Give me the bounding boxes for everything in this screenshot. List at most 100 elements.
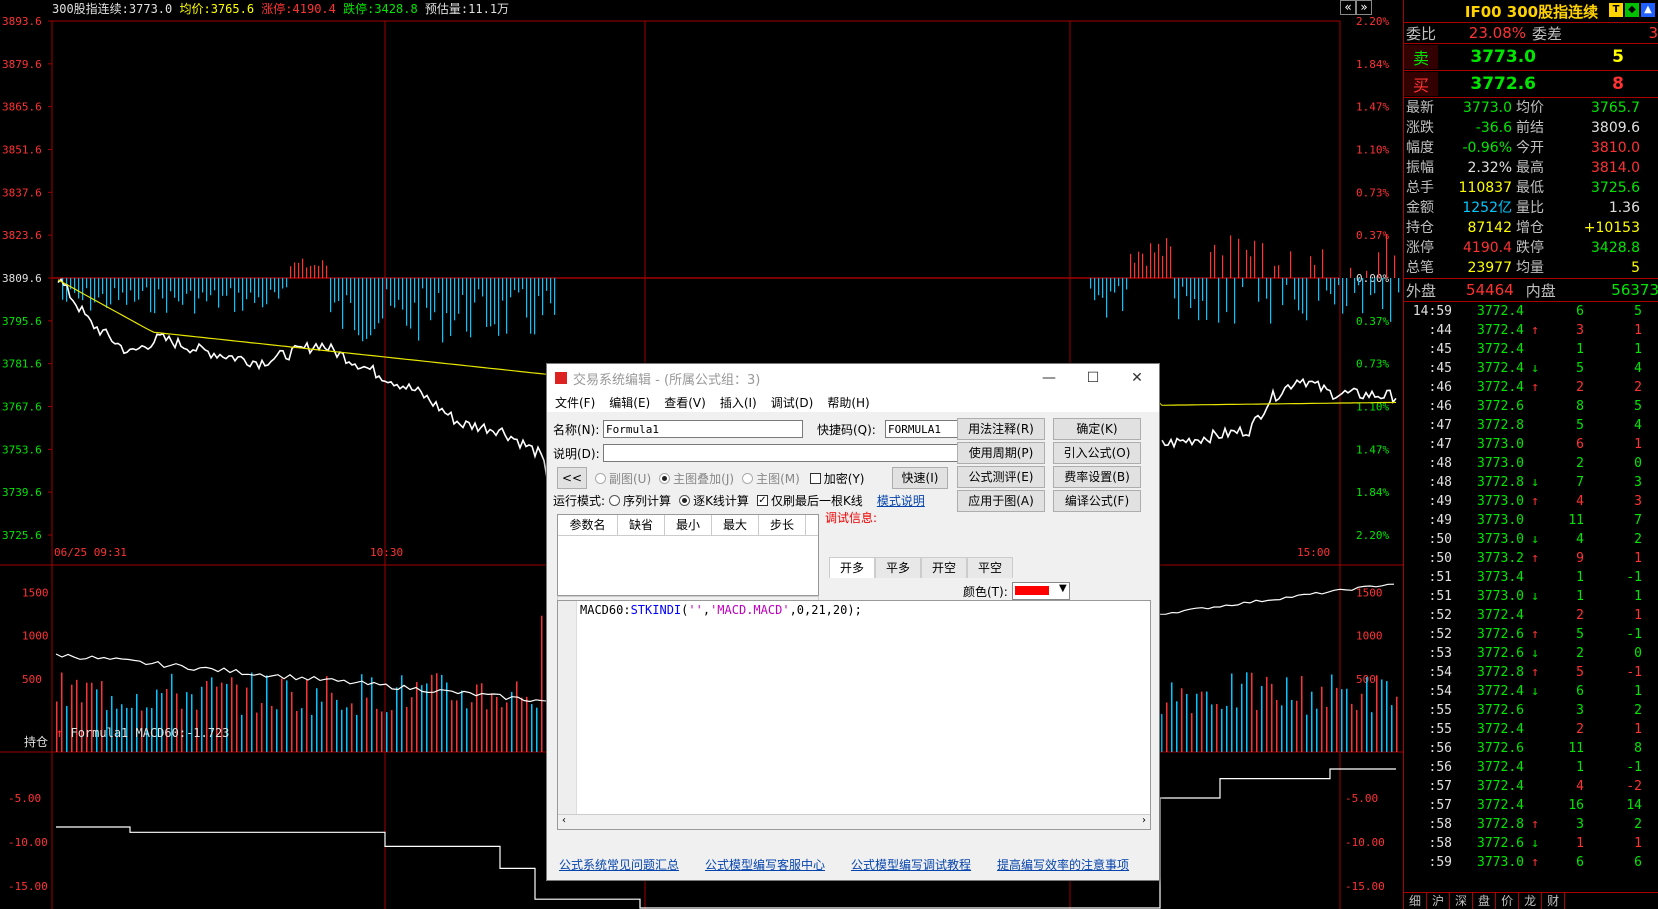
maximize-icon[interactable]: ☐ — [1071, 370, 1115, 386]
tick-time: :56 — [1428, 760, 1452, 775]
signal-tab[interactable]: 开空 — [921, 557, 968, 578]
help-link[interactable]: 公式模型编写调试教程 — [851, 856, 971, 873]
radio-sequence[interactable] — [609, 495, 621, 506]
menu-item[interactable]: 帮助(H) — [827, 394, 869, 411]
param-table[interactable]: 参数名 缺省 最小 最大 步长 — [557, 514, 819, 596]
signal-tab[interactable]: 平空 — [967, 557, 1014, 578]
collapse-right-icon[interactable]: » — [1356, 0, 1372, 15]
volume-bar — [176, 693, 178, 752]
volume-bar — [1211, 704, 1213, 752]
tick-price: 3772.4 — [1477, 380, 1524, 395]
tick-row: :51 3773.0 ↓ 1 1 — [1404, 587, 1658, 606]
histogram-bar — [1206, 278, 1208, 320]
tick-list[interactable]: 14:59 3772.4 6 5:44 3772.4 ↑ 3 1:45 3772.4 1 1:45 3… — [1404, 302, 1658, 872]
test-button[interactable]: 公式测评(E) — [957, 466, 1045, 488]
histogram-bar — [202, 278, 204, 293]
pct-tick-label: 2.20% — [1356, 15, 1389, 28]
help-link[interactable]: 提高编写效率的注意事项 — [997, 856, 1129, 873]
back-button[interactable]: << — [557, 467, 587, 489]
histogram-bar — [1162, 255, 1164, 278]
volume-bar — [1281, 705, 1283, 752]
histogram-bar — [1282, 278, 1284, 306]
tick-direction-icon — [1524, 758, 1546, 777]
volume-bar — [1231, 673, 1233, 752]
panel-tab[interactable]: 沪 — [1427, 893, 1451, 909]
encrypt-label: 加密(Y) — [823, 472, 865, 486]
histogram-bar — [106, 278, 108, 308]
histogram-bar — [1142, 253, 1144, 278]
tick-time: :58 — [1428, 836, 1452, 851]
green-settings-icon[interactable]: ◆ — [1625, 3, 1639, 17]
fee-button[interactable]: 费率设置(B) — [1053, 466, 1141, 488]
text-icon[interactable]: T — [1609, 3, 1623, 17]
panel-tab[interactable]: 盘 — [1473, 893, 1497, 909]
menu-item[interactable]: 调试(D) — [771, 394, 814, 411]
volume-bar — [236, 684, 238, 752]
import-button[interactable]: 引入公式(O) — [1053, 442, 1141, 464]
shortcut-input[interactable]: FORMULA1 — [885, 420, 963, 438]
panel-tab[interactable]: 深 — [1450, 893, 1474, 909]
volume-bar — [261, 703, 263, 752]
minimize-icon[interactable]: — — [1027, 370, 1071, 386]
close-icon[interactable]: ✕ — [1115, 370, 1159, 386]
menu-item[interactable]: 插入(I) — [720, 394, 757, 411]
signal-tab[interactable]: 开多 — [829, 557, 876, 578]
help-link[interactable]: 公式系统常见问题汇总 — [559, 856, 679, 873]
panel-tab[interactable]: 财 — [1542, 893, 1566, 909]
price-tick-label: 3893.6 — [2, 15, 42, 28]
usage-note-button[interactable]: 用法注释(R) — [957, 418, 1045, 440]
volume-bar — [201, 686, 203, 752]
tick-volume: 5 — [1576, 665, 1584, 680]
name-input[interactable]: Formula1 — [603, 420, 803, 438]
editor-hscroll[interactable]: ‹ › — [558, 814, 1150, 829]
panel-tab[interactable]: 价 — [1496, 893, 1520, 909]
mode-help-link[interactable]: 模式说明 — [877, 492, 925, 509]
buy-volume: 8 — [1612, 74, 1624, 94]
volume-bar — [246, 687, 248, 752]
price-tick-label: 3837.6 — [2, 186, 42, 199]
volume-bar — [361, 674, 363, 752]
arrow-up-icon[interactable]: ▲ — [1641, 3, 1655, 17]
histogram-bar — [430, 278, 432, 321]
volume-bar — [1336, 687, 1338, 752]
fast-button[interactable]: 快速(I) — [892, 467, 948, 489]
panel-tab[interactable]: 龙 — [1519, 893, 1543, 909]
volume-bar — [426, 683, 428, 752]
volume-bar — [451, 700, 453, 752]
tick-time: :59 — [1428, 855, 1452, 870]
panel-toolbar: T ◆ ▲ — [1609, 3, 1655, 17]
color-select[interactable]: ▼ — [1011, 582, 1070, 600]
quote-value: 3765.7 — [1591, 100, 1640, 116]
commission-ratio-value: 23.08% — [1468, 24, 1526, 42]
radio-per-bar[interactable] — [679, 495, 691, 506]
desc-input[interactable] — [603, 444, 967, 462]
apply-to-chart-button[interactable]: 应用于图(A) — [957, 490, 1045, 512]
param-column-header: 缺省 — [618, 515, 665, 535]
volume-bar — [61, 672, 63, 752]
radio-overlay[interactable] — [659, 473, 671, 484]
histogram-bar — [442, 278, 444, 343]
encrypt-checkbox[interactable] — [809, 473, 821, 484]
radio-main-chart[interactable] — [742, 473, 754, 484]
tick-volume: 2 — [1576, 456, 1584, 471]
menu-item[interactable]: 文件(F) — [555, 394, 595, 411]
histogram-bar — [238, 278, 240, 293]
menu-item[interactable]: 编辑(E) — [609, 394, 650, 411]
compile-button[interactable]: 编译公式(F) — [1053, 490, 1141, 512]
collapse-left-icon[interactable]: « — [1340, 0, 1356, 15]
tick-price: 3772.6 — [1477, 627, 1524, 642]
histogram-bar — [1318, 278, 1320, 301]
signal-tab[interactable]: 平多 — [875, 557, 922, 578]
help-link[interactable]: 公式模型编写客服中心 — [705, 856, 825, 873]
volume-bar — [381, 711, 383, 752]
code-editor[interactable]: MACD60:STKINDI('','MACD.MACD',0,21,20); … — [557, 600, 1151, 830]
menu-item[interactable]: 查看(V) — [664, 394, 706, 411]
tick-price: 3772.4 — [1477, 361, 1524, 376]
last-bar-checkbox[interactable]: ✓ — [756, 495, 768, 506]
tick-price: 3772.4 — [1477, 760, 1524, 775]
ok-button[interactable]: 确定(K) — [1053, 418, 1141, 440]
radio-sub-chart[interactable] — [595, 473, 606, 484]
panel-tab[interactable]: 细 — [1404, 893, 1428, 909]
period-button[interactable]: 使用周期(P) — [957, 442, 1045, 464]
tick-oi-change: 4 — [1634, 418, 1642, 433]
